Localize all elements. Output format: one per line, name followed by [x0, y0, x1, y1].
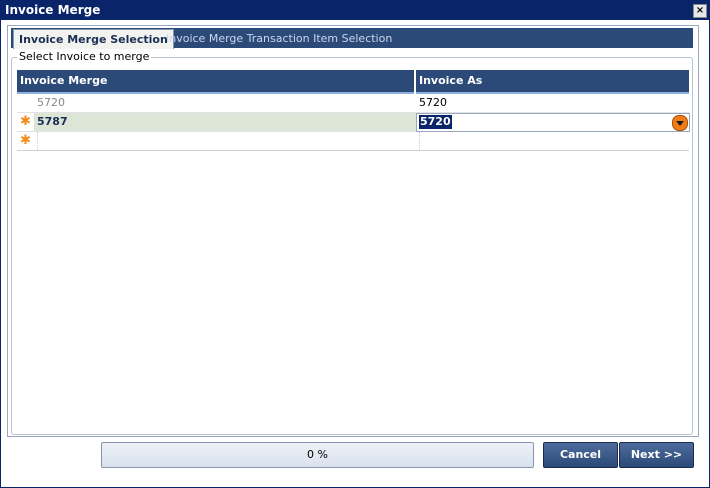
window-title: Invoice Merge	[5, 3, 101, 17]
invoice-merge-cell[interactable]: 5720	[37, 94, 416, 112]
column-header-invoice-as[interactable]: Invoice As	[416, 70, 689, 94]
tab-invoice-merge-selection[interactable]: Invoice Merge Selection	[13, 29, 174, 49]
invoice-merge-cell[interactable]	[37, 132, 417, 150]
cancel-button[interactable]: Cancel	[543, 442, 618, 468]
tab-strip: Invoice Merge Selection Invoice Merge Tr…	[11, 28, 693, 49]
invoice-merge-window: Invoice Merge × Invoice Merge Selection …	[0, 0, 710, 488]
edit-star-icon: ✱	[20, 114, 31, 129]
close-icon[interactable]: ×	[693, 4, 707, 18]
column-header-invoice-merge[interactable]: Invoice Merge	[17, 70, 414, 94]
tab-invoice-merge-transaction-item-selection[interactable]: Invoice Merge Transaction Item Selection	[161, 29, 397, 48]
progress-bar: 0 %	[101, 442, 534, 468]
invoice-as-cell[interactable]	[419, 132, 690, 150]
table-row[interactable]: ✱ 5787 5720	[17, 113, 690, 132]
invoice-selection-group: Select Invoice to merge Invoice Merge In…	[11, 50, 693, 435]
invoice-merge-cell[interactable]: 5787	[34, 113, 416, 131]
main-panel: Invoice Merge Selection Invoice Merge Tr…	[7, 25, 699, 437]
group-label: Select Invoice to merge	[17, 50, 152, 63]
invoice-as-selected-value[interactable]: 5720	[419, 115, 452, 129]
next-button[interactable]: Next >>	[619, 442, 694, 468]
table-row[interactable]: 5720 5720	[17, 94, 689, 113]
chevron-down-icon[interactable]	[672, 115, 688, 131]
invoice-as-cell[interactable]: 5720	[419, 94, 689, 112]
invoice-as-dropdown[interactable]: 5720	[416, 113, 690, 132]
new-row-star-icon: ✱	[20, 133, 31, 148]
row-indicator	[17, 94, 34, 112]
title-bar: Invoice Merge ×	[1, 1, 709, 20]
table-row[interactable]: ✱	[17, 132, 689, 151]
